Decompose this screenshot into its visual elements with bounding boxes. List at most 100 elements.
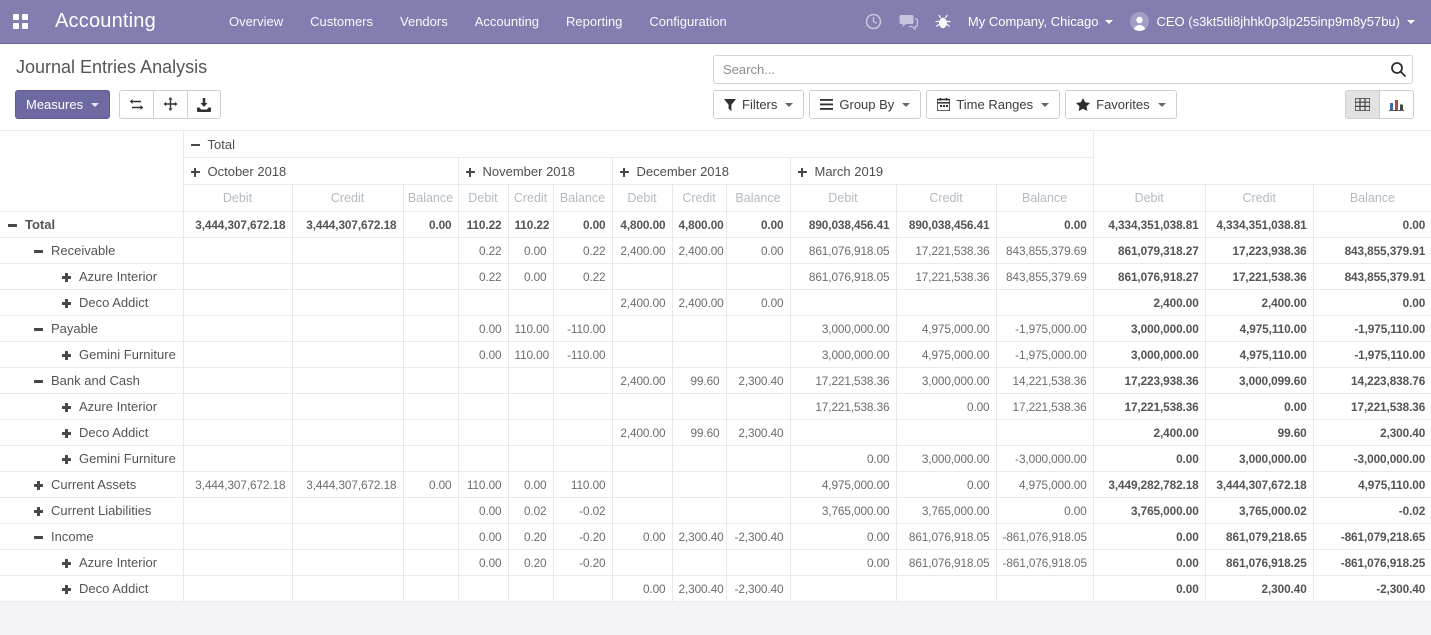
menu-reporting[interactable]: Reporting: [566, 14, 622, 29]
measure-header-credit[interactable]: Credit: [508, 185, 553, 212]
row-header-total[interactable]: Total: [0, 212, 183, 238]
pivot-cell: 0.00: [458, 498, 508, 524]
apps-menu-icon[interactable]: [13, 14, 28, 29]
pivot-cell: 861,076,918.05: [896, 550, 996, 576]
menu-vendors[interactable]: Vendors: [400, 14, 448, 29]
row-header-gemini-furniture[interactable]: Gemini Furniture: [0, 446, 183, 472]
search-input[interactable]: [714, 62, 1384, 77]
pivot-cell: 0.00: [508, 264, 553, 290]
pivot-cell: [183, 524, 292, 550]
pivot-cell: 3,000,000.00: [896, 446, 996, 472]
row-header-gemini-furniture[interactable]: Gemini Furniture: [0, 342, 183, 368]
pivot-cell: 3,444,307,672.18: [292, 472, 403, 498]
pivot-cell: [672, 394, 726, 420]
measure-header-credit[interactable]: Credit: [672, 185, 726, 212]
pivot-cell: 3,000,000.00: [1093, 342, 1205, 368]
pivot-cell: [672, 550, 726, 576]
pivot-cell: 4,975,110.00: [1313, 472, 1431, 498]
row-header-income[interactable]: Income: [0, 524, 183, 550]
pivot-cell: 843,855,379.91: [1313, 264, 1431, 290]
pivot-cell: [612, 550, 672, 576]
measure-header-balance[interactable]: Balance: [553, 185, 612, 212]
pivot-cell: [183, 316, 292, 342]
measure-header-debit[interactable]: Debit: [612, 185, 672, 212]
measure-header-balance[interactable]: Balance: [726, 185, 790, 212]
measure-header-debit[interactable]: Debit: [1093, 185, 1205, 212]
clock-icon[interactable]: [865, 13, 882, 30]
pivot-col-group-0[interactable]: October 2018: [183, 158, 458, 185]
measure-header-credit[interactable]: Credit: [1205, 185, 1313, 212]
pivot-col-group-1[interactable]: November 2018: [458, 158, 612, 185]
row-header-azure-interior[interactable]: Azure Interior: [0, 264, 183, 290]
row-header-azure-interior[interactable]: Azure Interior: [0, 394, 183, 420]
pivot-cell: 3,444,307,672.18: [292, 212, 403, 238]
pivot-cell: 2,400.00: [612, 238, 672, 264]
pivot-view-button[interactable]: [1345, 90, 1380, 119]
user-menu[interactable]: CEO (s3kt5tli8jhhk0p3lp255inp9m8y57bu): [1130, 12, 1415, 31]
row-header-current-liabilities[interactable]: Current Liabilities: [0, 498, 183, 524]
pivot-cell: [996, 290, 1093, 316]
pivot-cell: [403, 264, 458, 290]
pivot-cell: 4,334,351,038.81: [1205, 212, 1313, 238]
row-header-deco-addict[interactable]: Deco Addict: [0, 290, 183, 316]
row-header-deco-addict[interactable]: Deco Addict: [0, 576, 183, 602]
menu-customers[interactable]: Customers: [310, 14, 373, 29]
row-header-deco-addict[interactable]: Deco Addict: [0, 420, 183, 446]
bug-icon[interactable]: [935, 13, 951, 30]
row-header-azure-interior[interactable]: Azure Interior: [0, 550, 183, 576]
time-ranges-button[interactable]: Time Ranges: [926, 90, 1060, 119]
favorites-label: Favorites: [1096, 97, 1149, 112]
pivot-cell: 0.00: [458, 316, 508, 342]
messages-icon[interactable]: [899, 14, 918, 30]
graph-view-button[interactable]: [1379, 90, 1414, 119]
measure-header-balance[interactable]: Balance: [403, 185, 458, 212]
pivot-cell: -861,079,218.65: [1313, 524, 1431, 550]
menu-accounting[interactable]: Accounting: [475, 14, 539, 29]
pivot-blank-header: [1093, 131, 1431, 185]
row-header-bank-and-cash[interactable]: Bank and Cash: [0, 368, 183, 394]
pivot-cell: 0.22: [553, 264, 612, 290]
measure-header-balance[interactable]: Balance: [996, 185, 1093, 212]
flip-axis-button[interactable]: [119, 90, 154, 119]
row-header-current-assets[interactable]: Current Assets: [0, 472, 183, 498]
pivot-cell: -0.02: [1313, 498, 1431, 524]
pivot-col-group-3[interactable]: March 2019: [790, 158, 1093, 185]
measure-header-debit[interactable]: Debit: [183, 185, 292, 212]
pivot-cell: 4,975,000.00: [896, 342, 996, 368]
pivot-cell: 99.60: [1205, 420, 1313, 446]
pivot-col-group-2[interactable]: December 2018: [612, 158, 790, 185]
measures-button[interactable]: Measures: [15, 90, 110, 119]
pivot-cell: 0.00: [1093, 446, 1205, 472]
measure-header-credit[interactable]: Credit: [292, 185, 403, 212]
pivot-cell: 2,400.00: [1205, 290, 1313, 316]
expand-plus-icon: [798, 168, 807, 177]
measure-header-credit[interactable]: Credit: [896, 185, 996, 212]
chevron-down-icon: [902, 103, 910, 107]
table-row: Receivable0.220.000.222,400.002,400.000.…: [0, 238, 1431, 264]
pivot-cell: 0.00: [458, 524, 508, 550]
pivot-cell: 861,076,918.25: [1205, 550, 1313, 576]
pivot-cell: 2,400.00: [1093, 290, 1205, 316]
pivot-cell: [183, 550, 292, 576]
menu-overview[interactable]: Overview: [229, 14, 283, 29]
measure-header-debit[interactable]: Debit: [790, 185, 896, 212]
group-by-button[interactable]: Group By: [809, 90, 921, 119]
measure-header-debit[interactable]: Debit: [458, 185, 508, 212]
app-title[interactable]: Accounting: [55, 10, 156, 33]
search-icon[interactable]: [1384, 61, 1412, 78]
menu-configuration[interactable]: Configuration: [649, 14, 726, 29]
table-row: Gemini Furniture0.003,000,000.00-3,000,0…: [0, 446, 1431, 472]
star-icon: [1076, 98, 1090, 111]
pivot-col-header-total[interactable]: Total: [183, 131, 1093, 158]
expand-all-button[interactable]: [153, 90, 188, 119]
pivot-cell: [458, 446, 508, 472]
download-button[interactable]: [187, 90, 221, 119]
favorites-button[interactable]: Favorites: [1065, 90, 1176, 119]
filters-button[interactable]: Filters: [713, 90, 804, 119]
measure-header-balance[interactable]: Balance: [1313, 185, 1431, 212]
row-header-receivable[interactable]: Receivable: [0, 238, 183, 264]
company-switcher[interactable]: My Company, Chicago: [968, 14, 1114, 29]
table-row: Deco Addict2,400.002,400.000.002,400.002…: [0, 290, 1431, 316]
row-header-payable[interactable]: Payable: [0, 316, 183, 342]
pivot-cell: -861,076,918.05: [996, 524, 1093, 550]
